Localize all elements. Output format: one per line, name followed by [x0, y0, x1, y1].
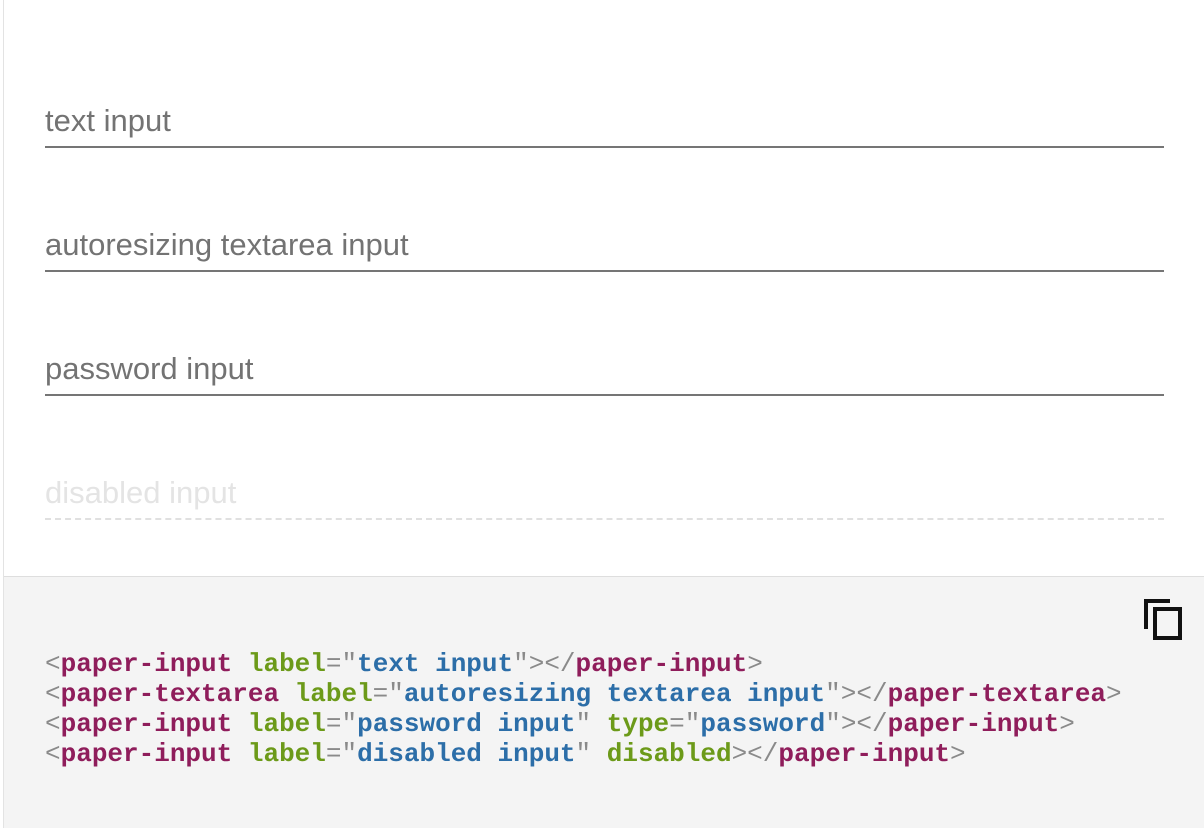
code-attribute: disabled: [606, 739, 732, 769]
code-punctuation: [232, 739, 248, 769]
code-punctuation: =": [372, 679, 404, 709]
code-tag-name: paper-input: [60, 649, 233, 679]
code-tag-name: paper-input: [60, 709, 233, 739]
disabled-input-underline: [45, 518, 1164, 520]
code-punctuation: ": [575, 739, 607, 769]
autoresizing-textarea-input[interactable]: autoresizing textarea input: [45, 212, 1164, 272]
code-punctuation: "></: [825, 709, 888, 739]
password-input[interactable]: password input: [45, 336, 1164, 396]
textarea-input-label: autoresizing textarea input: [45, 227, 409, 262]
demo-card: text input autoresizing textarea input p…: [3, 0, 1204, 828]
code-punctuation: =": [325, 649, 358, 679]
text-input-label: text input: [45, 103, 171, 138]
code-punctuation: [232, 649, 248, 679]
code-punctuation: ></: [731, 739, 779, 769]
code-attribute: type: [606, 709, 670, 739]
code-punctuation: >: [950, 739, 966, 769]
password-input-underline: [45, 394, 1164, 396]
code-line: <paper-input label="password input" type…: [45, 709, 1122, 739]
code-punctuation: <: [45, 679, 61, 709]
code-attribute: label: [247, 709, 326, 739]
code-attribute-value: password: [700, 709, 826, 739]
text-input-underline: [45, 146, 1164, 148]
code-tag-name: paper-input: [575, 649, 748, 679]
code-punctuation: "></: [513, 649, 576, 679]
code-attribute-value: password input: [357, 709, 576, 739]
disabled-input: disabled input: [45, 460, 1164, 520]
code-tag-name: paper-input: [778, 739, 951, 769]
code-punctuation: =": [325, 739, 358, 769]
code-snippet-panel: <paper-input label="text input"></paper-…: [4, 576, 1204, 828]
code-punctuation: [279, 679, 295, 709]
code-line: <paper-input label="text input"></paper-…: [45, 649, 1122, 679]
code-attribute-value: autoresizing textarea input: [403, 679, 826, 709]
code-tag-name: paper-textarea: [887, 679, 1107, 709]
code-attribute: label: [247, 649, 326, 679]
code-punctuation: "></: [825, 679, 888, 709]
copy-button[interactable]: [1142, 595, 1184, 643]
code-attribute-value: disabled input: [357, 739, 576, 769]
code-block: <paper-input label="text input"></paper-…: [45, 649, 1122, 769]
code-attribute: label: [294, 679, 373, 709]
code-attribute: label: [247, 739, 326, 769]
code-punctuation: >: [1106, 679, 1122, 709]
code-punctuation: >: [1059, 709, 1075, 739]
password-input-label: password input: [45, 351, 254, 386]
text-input[interactable]: text input: [45, 88, 1164, 148]
code-punctuation: <: [45, 709, 61, 739]
code-tag-name: paper-textarea: [60, 679, 280, 709]
code-line: <paper-textarea label="autoresizing text…: [45, 679, 1122, 709]
code-tag-name: paper-input: [60, 739, 233, 769]
disabled-input-label: disabled input: [45, 475, 237, 510]
code-punctuation: >: [747, 649, 763, 679]
code-punctuation: =": [669, 709, 701, 739]
code-punctuation: <: [45, 649, 61, 679]
code-punctuation: [232, 709, 248, 739]
textarea-input-underline: [45, 270, 1164, 272]
copy-icon: [1144, 599, 1182, 640]
code-punctuation: ": [575, 709, 607, 739]
code-line: <paper-input label="disabled input" disa…: [45, 739, 1122, 769]
code-punctuation: =": [325, 709, 358, 739]
code-attribute-value: text input: [357, 649, 514, 679]
code-punctuation: <: [45, 739, 61, 769]
code-tag-name: paper-input: [887, 709, 1060, 739]
